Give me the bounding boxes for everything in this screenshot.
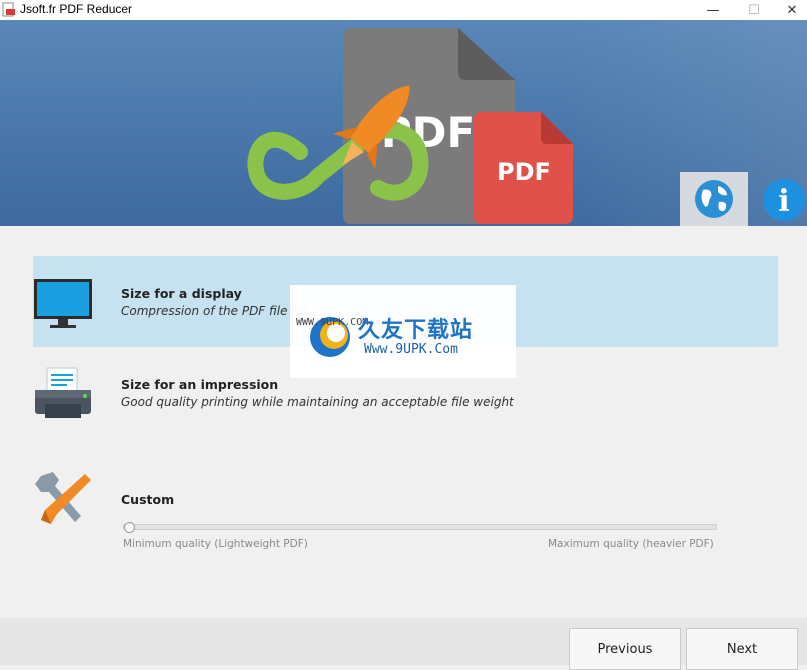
previous-button[interactable]: Previous xyxy=(569,628,681,670)
hero-banner: PDF PDF i xyxy=(0,20,807,226)
pdf-document-small-icon: PDF xyxy=(474,112,573,224)
title-bar: Jsoft.fr PDF Reducer — ☐ ✕ xyxy=(0,0,807,20)
slider-max-label: Maximum quality (heavier PDF) xyxy=(548,538,714,550)
watermark-title: 久友下载站 xyxy=(358,318,474,343)
window-title: Jsoft.fr PDF Reducer xyxy=(20,2,133,16)
maximize-button[interactable]: ☐ xyxy=(739,0,769,20)
option-title: Size for an impression xyxy=(121,377,279,392)
close-button[interactable]: ✕ xyxy=(777,0,807,20)
monitor-icon xyxy=(34,279,92,328)
option-title: Custom xyxy=(121,492,175,507)
quality-slider-thumb[interactable] xyxy=(124,522,135,533)
next-button[interactable]: Next xyxy=(686,628,798,670)
language-button[interactable] xyxy=(680,172,748,226)
option-description: Compression of the PDF file for xyxy=(121,304,308,318)
quality-slider-track[interactable] xyxy=(123,524,717,530)
watermark-url: Www.9UPK.Com xyxy=(364,342,458,357)
about-button[interactable]: i xyxy=(762,178,806,222)
footer-bar: Previous Next xyxy=(0,618,807,670)
globe-icon xyxy=(695,180,733,218)
option-description: Good quality printing while maintaining … xyxy=(121,395,514,409)
info-icon: i xyxy=(763,179,805,221)
slider-min-label: Minimum quality (Lightweight PDF) xyxy=(123,538,308,550)
watermark-overlay: WWW.9UPK.COM 久友下载站 Www.9UPK.Com xyxy=(290,285,516,378)
printer-icon xyxy=(35,367,91,418)
option-custom[interactable]: Custom xyxy=(33,462,778,572)
app-icon xyxy=(2,2,15,17)
option-title: Size for a display xyxy=(121,286,242,301)
minimize-button[interactable]: — xyxy=(698,0,728,20)
pdf-small-label: PDF xyxy=(497,158,551,186)
tools-icon xyxy=(35,472,91,524)
svg-text:i: i xyxy=(778,184,789,219)
